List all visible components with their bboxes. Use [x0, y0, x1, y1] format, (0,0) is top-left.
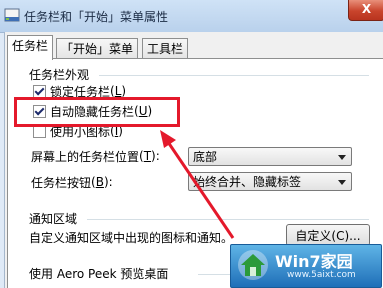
small-icons-label: 使用小图标	[50, 124, 111, 139]
title-bar[interactable]: 任务栏和「开始」菜单属性 X	[0, 0, 383, 33]
taskbar-location-label: 屏幕上的任务栏位置(T):	[31, 149, 160, 164]
watermark-url: www.5aixt.com	[287, 270, 356, 280]
window-title: 任务栏和「开始」菜单属性	[24, 10, 169, 24]
location-select-value: 底部	[193, 150, 218, 164]
taskbar-buttons-label: 任务栏按钮(B):	[31, 175, 113, 190]
customize-button[interactable]: 自定义(C)...	[286, 224, 370, 246]
tab-taskbar[interactable]: 任务栏	[7, 35, 54, 60]
small-icons-checkbox[interactable]: 使用小图标(I)	[33, 123, 123, 139]
taskbar-location-select[interactable]: 底部	[188, 147, 352, 166]
autohide-key: U	[138, 104, 148, 118]
chevron-down-icon	[338, 155, 346, 160]
group-divider	[87, 219, 369, 220]
buttons-label-text: 任务栏按钮	[31, 175, 92, 190]
lock-taskbar-checkbox[interactable]: 锁定任务栏(L)	[33, 83, 126, 99]
group-label-appearance: 任务栏外观	[29, 68, 90, 82]
close-button[interactable]: X	[348, 0, 383, 21]
buttons-key: B	[95, 175, 104, 189]
chevron-down-icon	[338, 180, 346, 185]
small-icons-key: I	[114, 124, 119, 138]
location-key: T	[143, 149, 152, 163]
win7-home-logo-icon	[238, 250, 268, 280]
buttons-select-value: 始终合并、隐藏标签	[193, 175, 302, 189]
group-label-aero-peek: 使用 Aero Peek 预览桌面	[29, 267, 169, 281]
taskbar-properties-icon	[4, 8, 20, 22]
lock-key: L	[114, 84, 122, 98]
autohide-checkbox-box[interactable]	[33, 104, 46, 118]
location-label-text: 屏幕上的任务栏位置	[31, 149, 140, 164]
lock-label: 锁定任务栏	[50, 84, 111, 99]
group-divider	[99, 75, 369, 76]
watermark-brand: Win7家园	[275, 252, 353, 271]
lock-checkbox-box[interactable]	[33, 84, 46, 98]
site-watermark: Win7家园 www.5aixt.com	[230, 244, 382, 288]
small-icons-checkbox-box[interactable]	[33, 124, 46, 138]
tab-start-menu[interactable]: 「开始」菜单	[56, 38, 139, 59]
notification-description: 自定义通知区域中出现的图标和通知。	[29, 231, 234, 245]
autohide-taskbar-checkbox[interactable]: 自动隐藏任务栏(U)	[33, 103, 152, 119]
properties-window: 任务栏和「开始」菜单属性 X 任务栏 「开始」菜单 工具栏 任务栏外观 锁定任务…	[0, 0, 383, 288]
group-label-notification: 通知区域	[29, 212, 78, 226]
taskbar-buttons-select[interactable]: 始终合并、隐藏标签	[188, 172, 352, 191]
autohide-label: 自动隐藏任务栏	[50, 104, 135, 119]
tab-toolbars[interactable]: 工具栏	[142, 38, 189, 59]
